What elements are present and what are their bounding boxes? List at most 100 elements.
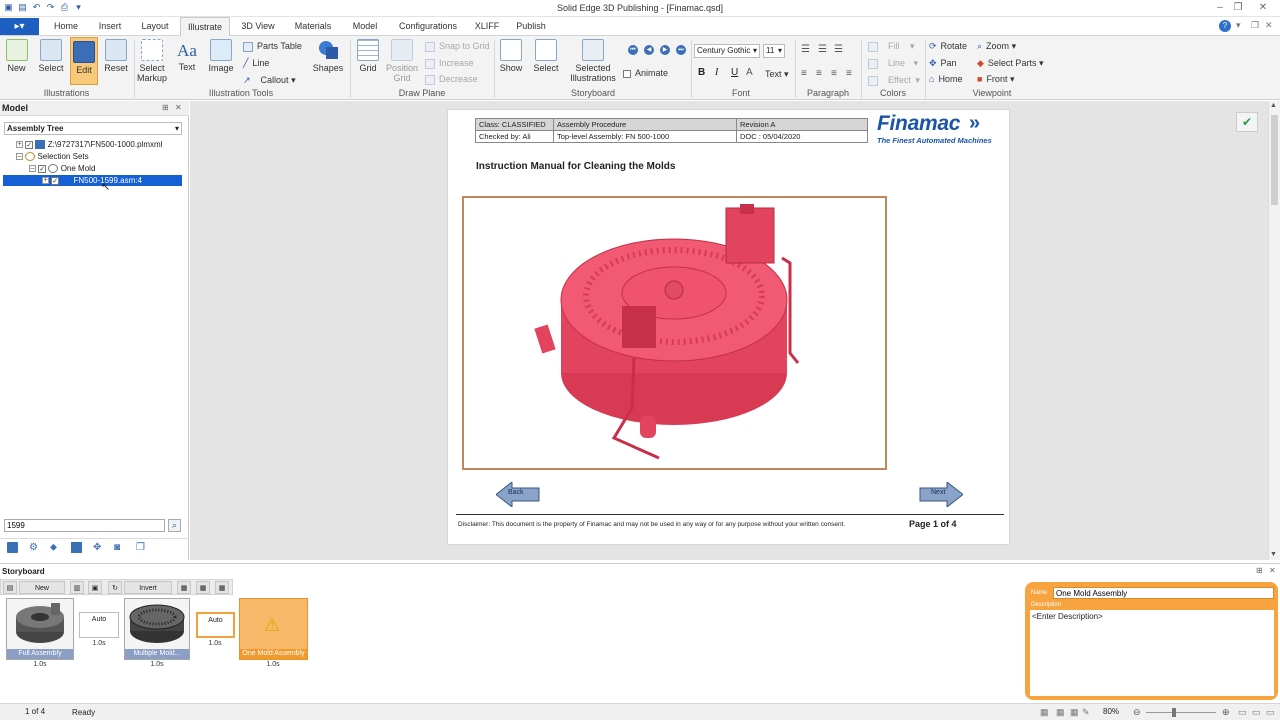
- grid-tab-icon[interactable]: [71, 542, 82, 553]
- last-frame-icon[interactable]: ⏭: [676, 45, 686, 55]
- zoom-button[interactable]: ⌕ Zoom ▾: [977, 41, 1016, 52]
- zoom-slider-thumb[interactable]: [1172, 708, 1176, 717]
- pin-icon[interactable]: ⊞: [162, 103, 169, 112]
- help-dropdown-icon[interactable]: ▾: [1236, 20, 1241, 31]
- zoom-slider[interactable]: [1146, 712, 1216, 713]
- line-color-button[interactable]: Line ▾: [868, 58, 918, 69]
- scroll-thumb[interactable]: [1271, 115, 1278, 205]
- front-view-button[interactable]: ■ Front ▾: [977, 74, 1015, 85]
- pan-button[interactable]: ✥ Pan: [929, 58, 957, 69]
- tab-configurations[interactable]: Configurations: [392, 17, 464, 36]
- previous-frame-icon[interactable]: ◀: [644, 45, 654, 55]
- tree-item-root[interactable]: + ✓ Z:\9727317\FN500-1000.plmxml: [16, 140, 162, 150]
- storyboard-new-button[interactable]: New: [19, 581, 65, 594]
- tab-illustrate[interactable]: Illustrate: [180, 17, 230, 37]
- underline-button[interactable]: U: [731, 67, 738, 78]
- assembly-tree-dropdown[interactable]: Assembly Tree ▾: [4, 122, 182, 135]
- back-button[interactable]: Back: [495, 480, 540, 509]
- bold-button[interactable]: B: [698, 67, 705, 78]
- storyboard-arrange-icon[interactable]: ▦: [215, 581, 229, 594]
- move-tab-icon[interactable]: ✥: [93, 542, 101, 553]
- outdent-icon[interactable]: ☰: [834, 44, 843, 55]
- edit-button[interactable]: Edit: [70, 37, 98, 85]
- tab-3d-view[interactable]: 3D View: [236, 17, 280, 36]
- collapse-icon[interactable]: –: [29, 165, 36, 173]
- tree-item-one-mold[interactable]: – ✓ One Mold: [29, 164, 95, 174]
- layout-icon[interactable]: ▦: [1056, 707, 1065, 718]
- scroll-up-icon[interactable]: ▲: [1270, 102, 1277, 109]
- expand-icon[interactable]: +: [42, 177, 49, 185]
- reset-button[interactable]: Reset: [102, 39, 130, 73]
- show-button[interactable]: Show: [498, 39, 524, 73]
- home-view-button[interactable]: ⌂ Home: [929, 74, 962, 84]
- image-button[interactable]: Image: [207, 39, 235, 73]
- tab-layout[interactable]: Layout: [135, 17, 175, 36]
- storyboard-frame-multiple-mold[interactable]: Multiple Mold...: [124, 598, 190, 660]
- grid-view-icon[interactable]: ▦: [1070, 707, 1079, 718]
- next-button[interactable]: Next: [919, 480, 964, 509]
- tab-home[interactable]: Home: [48, 17, 84, 36]
- transition-auto[interactable]: Auto: [196, 612, 235, 638]
- text-button[interactable]: Aa Text: [174, 39, 200, 72]
- parts-table-button[interactable]: Parts Table: [243, 41, 302, 52]
- effect-button[interactable]: Effect ▾: [868, 75, 920, 86]
- illustration-frame[interactable]: [462, 196, 887, 470]
- visibility-checkbox[interactable]: ✓: [25, 140, 34, 149]
- align-right-icon[interactable]: ≡: [831, 68, 837, 79]
- font-size-select[interactable]: 11 ▾: [763, 44, 785, 58]
- visibility-checkbox[interactable]: ✓: [38, 164, 47, 173]
- justify-icon[interactable]: ≡: [846, 68, 852, 79]
- properties-tab-icon[interactable]: ⚙: [29, 542, 38, 553]
- bullets-icon[interactable]: ☰: [801, 44, 810, 55]
- first-frame-icon[interactable]: ⏮: [628, 45, 638, 55]
- storyboard-copy-icon[interactable]: ▥: [70, 581, 84, 594]
- transition-auto[interactable]: Auto: [79, 612, 119, 638]
- text-style-button[interactable]: Text ▾: [765, 69, 789, 80]
- tab-xliff[interactable]: XLIFF: [470, 17, 504, 36]
- align-center-icon[interactable]: ≡: [816, 68, 822, 79]
- fit-icon[interactable]: ▦: [1040, 707, 1049, 718]
- selected-illustrations-button[interactable]: Selected Illustrations: [566, 39, 620, 83]
- fullscreen-icon[interactable]: ▭: [1266, 707, 1275, 718]
- storyboard-select-button[interactable]: Select: [531, 39, 561, 73]
- storyboard-add-icon[interactable]: ▤: [3, 581, 17, 594]
- snap-to-grid-button[interactable]: Snap to Grid: [425, 41, 490, 52]
- layers-tab-icon[interactable]: ❐: [136, 542, 145, 553]
- storyboard-frame-full-assembly[interactable]: Full Assembly: [6, 598, 74, 660]
- storyboard-invert-button[interactable]: Invert: [124, 581, 172, 594]
- tree-item-fn500-1599[interactable]: + ✓ FN500-1599.asm:4: [42, 176, 142, 185]
- font-family-select[interactable]: Century Gothic ▾: [694, 44, 760, 58]
- position-grid-button[interactable]: Position Grid: [386, 39, 418, 83]
- storyboard-frame-one-mold-assembly[interactable]: ⚠ One Mold Assembly: [239, 598, 308, 660]
- tab-model[interactable]: Model: [346, 17, 384, 36]
- tab-publish[interactable]: Publish: [511, 17, 551, 36]
- pin-icon[interactable]: ⊞: [1256, 566, 1263, 575]
- search-icon[interactable]: ⌕: [168, 519, 181, 532]
- storyboard-capture-icon[interactable]: ▣: [88, 581, 102, 594]
- camera-tab-icon[interactable]: ◙: [114, 542, 120, 553]
- storyboard-grid-icon[interactable]: ▦: [196, 581, 210, 594]
- collapse-icon[interactable]: –: [16, 153, 23, 161]
- shapes-button[interactable]: Shapes: [312, 39, 344, 73]
- select-markup-button[interactable]: Select Markup: [137, 39, 167, 83]
- rotate-button[interactable]: ⟳ Rotate: [929, 41, 967, 52]
- increase-button[interactable]: Increase: [425, 58, 474, 69]
- pencil-icon[interactable]: ✎: [1082, 707, 1090, 718]
- application-menu-button[interactable]: ▸▾: [0, 18, 39, 35]
- single-page-icon[interactable]: ▭: [1238, 707, 1247, 718]
- minimize-button[interactable]: –: [1212, 2, 1228, 14]
- help-icon[interactable]: ?: [1219, 20, 1231, 32]
- close-button[interactable]: ✕: [1255, 2, 1271, 14]
- decrease-button[interactable]: Decrease: [425, 74, 478, 85]
- tree-item-selection-sets[interactable]: – Selection Sets: [16, 152, 89, 162]
- frame-description-field[interactable]: <Enter Description>: [1030, 610, 1274, 696]
- two-page-icon[interactable]: ▭: [1252, 707, 1261, 718]
- tag-tab-icon[interactable]: ⬥: [50, 542, 57, 553]
- vertical-scrollbar[interactable]: ▲ ▼: [1268, 101, 1280, 560]
- new-button[interactable]: New: [3, 39, 30, 73]
- line-button[interactable]: ╱ Line: [243, 58, 269, 69]
- accept-checkmark-icon[interactable]: ✔: [1236, 112, 1258, 132]
- assembly-tree-tab-icon[interactable]: [7, 542, 18, 553]
- indent-icon[interactable]: ☰: [818, 44, 827, 55]
- grid-button[interactable]: Grid: [355, 39, 381, 73]
